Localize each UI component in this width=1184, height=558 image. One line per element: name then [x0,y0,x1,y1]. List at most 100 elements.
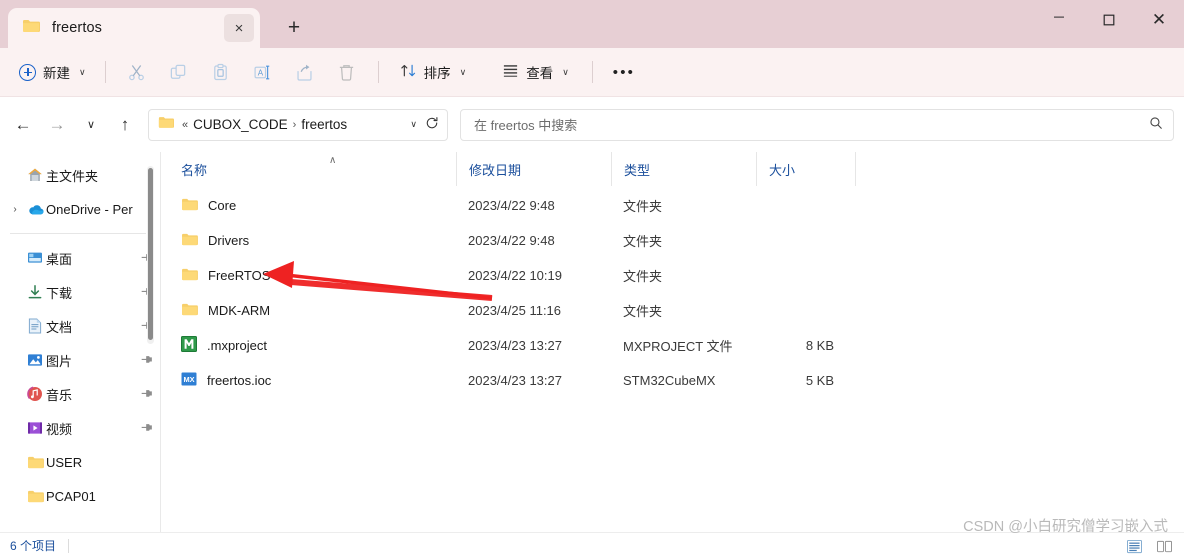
chevron-right-icon[interactable]: › [6,204,24,215]
sort-button[interactable]: 排序 ∨ [391,56,476,88]
rename-icon[interactable]: A [242,55,284,89]
sidebar-scrollbar[interactable] [147,166,154,344]
sidebar-item-user[interactable]: USER [0,445,160,479]
table-row[interactable]: Core 2023/4/22 9:48 文件夹 [161,188,1184,223]
tab-strip: freertos × + [0,0,314,48]
large-icons-view-button[interactable] [1150,534,1178,558]
chevron-down-icon[interactable]: ∨ [402,119,425,130]
column-header-type[interactable]: 类型 [611,152,756,186]
search-input[interactable]: 在 freertos 中搜索 [474,115,1149,134]
view-button-label: 查看 [526,66,554,81]
sidebar-item-label: 图片 [46,353,73,369]
copy-icon[interactable] [158,55,200,89]
more-options-button[interactable]: ••• [603,64,645,81]
sidebar-item-label: 桌面 [46,251,73,267]
breadcrumb-item-1[interactable]: freertos [301,117,347,132]
sidebar-item-videos[interactable]: 视频 [0,411,160,445]
breadcrumb[interactable]: « CUBOX_CODE › freertos [182,117,402,132]
paste-icon[interactable] [200,55,242,89]
refresh-icon[interactable] [425,116,441,133]
address-bar[interactable]: « CUBOX_CODE › freertos ∨ [148,108,448,141]
table-row[interactable]: Drivers 2023/4/22 9:48 文件夹 [161,223,1184,258]
title-bar: freertos × + ✕ [0,0,1184,48]
new-button[interactable]: 新建 ∨ [10,56,95,88]
search-icon[interactable] [1149,116,1163,133]
breadcrumb-item-0[interactable]: CUBOX_CODE [193,117,288,132]
column-header-size[interactable]: 大小 [756,152,856,186]
chevron-down-icon: ∨ [459,66,467,77]
sidebar-item-music[interactable]: 音乐 [0,377,160,411]
sidebar-item-onedrive[interactable]: › OneDrive - Per [0,192,160,226]
sidebar-item-pictures[interactable]: 图片 [0,343,160,377]
view-icon [502,62,519,82]
new-tab-button[interactable]: + [274,11,314,45]
column-header-date-label: 修改日期 [469,162,522,178]
toolbar-divider-3 [591,61,593,83]
maximize-button[interactable] [1084,0,1134,40]
chevron-down-icon: ∨ [562,66,569,77]
folder-icon [22,18,40,38]
documents-icon [24,318,46,334]
tab-freertos[interactable]: freertos × [8,8,260,48]
sidebar-scrollbar-thumb[interactable] [148,168,153,340]
file-date-cell: 2023/4/23 13:27 [468,338,562,353]
file-name-cell: FreeRTOS [181,267,456,284]
file-name-label: freertos.ioc [207,373,272,388]
column-header-size-label: 大小 [769,162,796,178]
file-size-cell: 5 KB [805,373,834,388]
file-rows: Core 2023/4/22 9:48 文件夹 Drivers 2023/4/2… [161,186,1184,398]
sort-ascending-icon: ∧ [329,155,337,166]
plus-circle-icon [19,63,36,81]
home-icon [24,167,46,183]
minimize-button[interactable] [1034,0,1084,40]
file-type-cell: STM32CubeMX [623,373,716,388]
back-button[interactable]: ← [6,109,40,141]
share-icon[interactable] [284,55,326,89]
details-view-button[interactable] [1120,534,1148,558]
folder-icon [181,267,198,284]
sidebar-divider [10,233,146,234]
breadcrumb-overflow-icon[interactable]: « [182,119,188,131]
command-bar: 新建 ∨ A 排序 ∨ 查看 ∨ ••• [0,48,1184,96]
sidebar-item-label: PCAP01 [46,488,96,504]
search-box[interactable]: 在 freertos 中搜索 [460,108,1174,141]
table-row[interactable]: MX freertos.ioc 2023/4/23 13:27 STM32Cub… [161,363,1184,398]
view-button[interactable]: 查看 ∨ [493,56,578,88]
delete-icon[interactable] [326,55,368,89]
watermark-text: CSDN @小白研究僧学习嵌入式 [963,519,1168,535]
desktop-icon [24,251,46,265]
breadcrumb-separator: › [292,118,297,131]
window-controls: ✕ [1034,0,1184,40]
status-divider [68,538,70,553]
sidebar-item-label: 文档 [46,319,73,335]
table-row[interactable]: MDK-ARM 2023/4/25 11:16 文件夹 [161,293,1184,328]
sidebar-item-desktop[interactable]: 桌面 [0,241,160,275]
folder-icon [24,489,46,503]
file-date-cell: 2023/4/23 13:27 [468,373,562,388]
file-date-cell: 2023/4/22 9:48 [468,198,555,213]
sidebar-item-downloads[interactable]: 下载 [0,275,160,309]
folder-icon [181,232,198,249]
file-name-label: MDK-ARM [208,303,271,318]
sidebar-item-label: 主文件夹 [46,168,99,184]
table-row[interactable]: FreeRTOS 2023/4/22 10:19 文件夹 [161,258,1184,293]
sidebar-item-home[interactable]: 主文件夹 [0,158,160,192]
folder-icon [181,302,198,319]
column-header-date[interactable]: 修改日期 [456,152,611,186]
chevron-down-icon: ∨ [79,66,86,77]
forward-button[interactable]: → [40,109,74,141]
file-size-cell: 8 KB [805,338,834,353]
up-button[interactable]: ↑ [108,109,142,141]
downloads-icon [24,284,46,300]
sidebar-item-documents[interactable]: 文档 [0,309,160,343]
sidebar-item-pcap01[interactable]: PCAP01 [0,479,160,513]
file-type-cell: 文件夹 [623,269,663,284]
tab-close-icon[interactable]: × [224,14,254,42]
recent-locations-button[interactable]: ∨ [74,109,108,141]
sort-icon [400,62,417,82]
table-row[interactable]: .mxproject 2023/4/23 13:27 MXPROJECT 文件 … [161,328,1184,363]
close-button[interactable]: ✕ [1134,0,1184,40]
cut-icon[interactable] [116,55,158,89]
sidebar-item-label: OneDrive - Per [46,201,133,217]
column-header-name[interactable]: 名称 ∧ [181,152,456,186]
